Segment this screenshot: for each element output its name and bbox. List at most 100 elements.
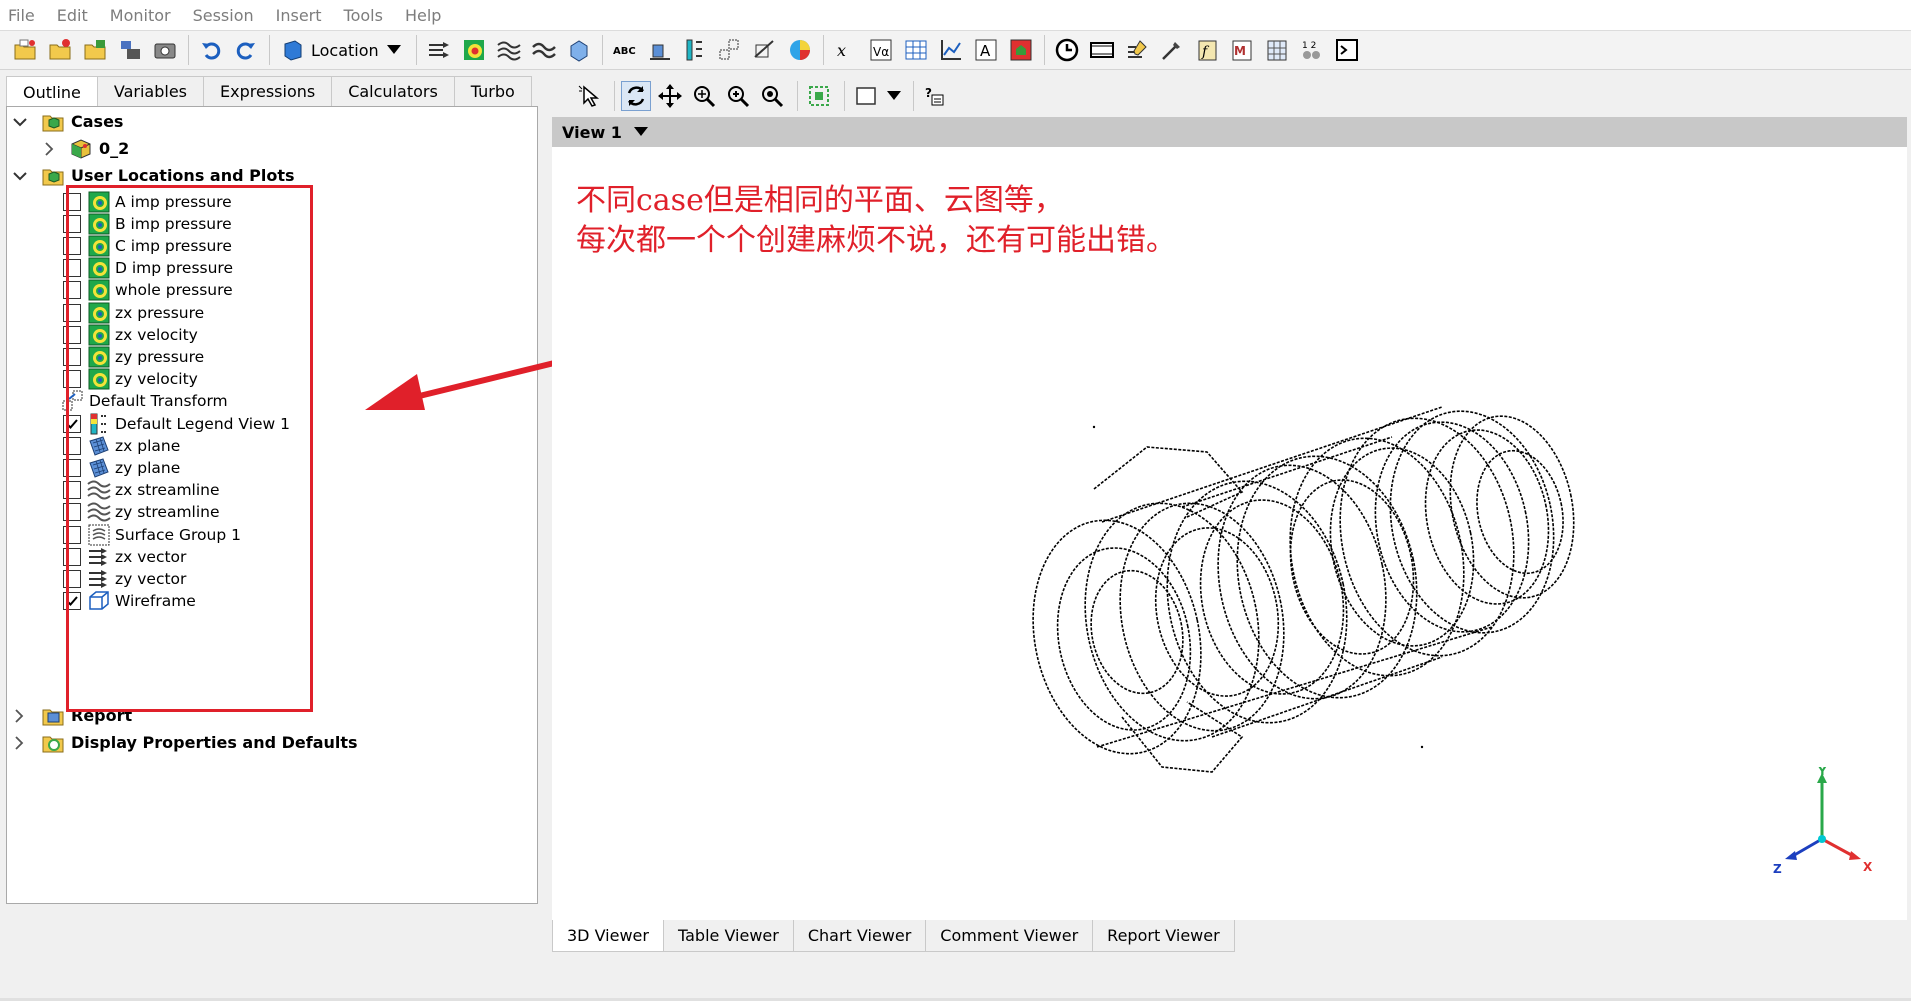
3d-viewport[interactable]: 不同case但是相同的平面、云图等， 每次都一个个创建麻烦不说，还有可能出错。 bbox=[552, 147, 1907, 920]
particle-track-button[interactable] bbox=[529, 35, 559, 65]
tree-node-display-properties[interactable]: Display Properties and Defaults bbox=[13, 729, 358, 756]
legend-tool-button[interactable] bbox=[680, 35, 710, 65]
tree-node-case-0-2[interactable]: 0_2 bbox=[43, 135, 129, 162]
timestep-button[interactable] bbox=[1052, 35, 1082, 65]
tab-outline[interactable]: Outline bbox=[6, 76, 98, 108]
visibility-checkbox[interactable] bbox=[63, 347, 81, 366]
chevron-right-icon[interactable] bbox=[43, 141, 55, 156]
visibility-checkbox[interactable] bbox=[63, 458, 81, 477]
clip-plane-button[interactable] bbox=[750, 35, 780, 65]
variable-button[interactable]: x bbox=[831, 35, 861, 65]
probe-button[interactable] bbox=[1157, 35, 1187, 65]
tab-calculators[interactable]: Calculators bbox=[331, 76, 455, 106]
view-selector[interactable]: View 1 bbox=[552, 117, 1907, 147]
visibility-checkbox[interactable] bbox=[63, 503, 81, 522]
viewport-layout-button[interactable] bbox=[851, 81, 881, 111]
visibility-checkbox[interactable] bbox=[63, 436, 81, 455]
particle-track-icon bbox=[531, 42, 556, 59]
axis-y-label: Y bbox=[1817, 767, 1827, 778]
tab-table-viewer[interactable]: Table Viewer bbox=[662, 920, 794, 952]
volume-rendering-button[interactable] bbox=[564, 35, 594, 65]
menu-file[interactable]: File bbox=[8, 6, 35, 25]
table-button[interactable] bbox=[901, 35, 931, 65]
instance-transform-button[interactable] bbox=[715, 35, 745, 65]
menu-edit[interactable]: Edit bbox=[57, 6, 88, 25]
tab-expressions[interactable]: Expressions bbox=[203, 76, 333, 106]
tree-item-wireframe[interactable]: Wireframe bbox=[63, 588, 196, 615]
redo-button[interactable] bbox=[231, 35, 261, 65]
color-map-button[interactable] bbox=[785, 35, 815, 65]
menu-session[interactable]: Session bbox=[193, 6, 254, 25]
rotate-tool-button[interactable] bbox=[621, 81, 651, 111]
chart-button[interactable] bbox=[936, 35, 966, 65]
visibility-checkbox[interactable] bbox=[63, 592, 81, 611]
select-tool-button[interactable] bbox=[574, 81, 604, 111]
animation-button[interactable] bbox=[1087, 35, 1117, 65]
menu-tools[interactable]: Tools bbox=[344, 6, 383, 25]
menu-help[interactable]: Help bbox=[405, 6, 441, 25]
fit-view-button[interactable] bbox=[757, 81, 787, 111]
tree-node-cases[interactable]: Cases bbox=[13, 108, 123, 135]
case-comparison-button[interactable]: 1 2 bbox=[1297, 35, 1327, 65]
function-icon: f bbox=[1198, 40, 1217, 61]
wireframe-icon bbox=[87, 589, 111, 613]
toggle-highlight-button[interactable] bbox=[804, 81, 834, 111]
tab-chart-viewer[interactable]: Chart Viewer bbox=[792, 920, 927, 952]
visibility-checkbox[interactable] bbox=[63, 192, 81, 211]
macro-calculator-button[interactable]: M bbox=[1227, 35, 1257, 65]
visibility-checkbox[interactable] bbox=[63, 481, 81, 500]
visibility-checkbox[interactable] bbox=[63, 303, 81, 322]
chevron-right-icon[interactable] bbox=[13, 735, 25, 750]
visibility-checkbox[interactable] bbox=[63, 569, 81, 588]
menu-insert[interactable]: Insert bbox=[276, 6, 322, 25]
viewport-layout-dropdown[interactable] bbox=[885, 81, 903, 111]
load-results-button[interactable] bbox=[45, 35, 75, 65]
streamline-tool-button[interactable] bbox=[494, 35, 524, 65]
load-state-button[interactable] bbox=[10, 35, 40, 65]
chevron-down-icon[interactable] bbox=[13, 115, 27, 129]
print-button[interactable] bbox=[115, 35, 145, 65]
visibility-checkbox[interactable] bbox=[63, 525, 81, 544]
tab-report-viewer[interactable]: Report Viewer bbox=[1092, 920, 1235, 952]
contour-tool-button[interactable] bbox=[459, 35, 489, 65]
zoom-tool-button[interactable] bbox=[689, 81, 719, 111]
zoom-box-button[interactable] bbox=[723, 81, 753, 111]
visibility-checkbox[interactable] bbox=[63, 414, 81, 433]
function-calculator-button[interactable]: f bbox=[1192, 35, 1222, 65]
pan-tool-button[interactable] bbox=[655, 81, 685, 111]
tab-3d-viewer[interactable]: 3D Viewer bbox=[552, 920, 664, 952]
tab-comment-viewer[interactable]: Comment Viewer bbox=[925, 920, 1094, 952]
chevron-down-icon[interactable] bbox=[13, 169, 27, 183]
comment-button[interactable]: A bbox=[971, 35, 1001, 65]
vector-tool-button[interactable] bbox=[424, 35, 454, 65]
expression-button[interactable]: Vα bbox=[866, 35, 896, 65]
visibility-checkbox[interactable] bbox=[63, 214, 81, 233]
figure-button[interactable] bbox=[1006, 35, 1036, 65]
annotation-line-2: 每次都一个个创建麻烦不说，还有可能出错。 bbox=[576, 223, 1176, 258]
help-icon: ? bbox=[925, 86, 944, 106]
visibility-checkbox[interactable] bbox=[63, 370, 81, 389]
tree-node-report[interactable]: Report bbox=[13, 702, 132, 729]
coord-frame-button[interactable] bbox=[645, 35, 675, 65]
tree-node-user-locations[interactable]: User Locations and Plots bbox=[13, 162, 295, 189]
chevron-right-icon[interactable] bbox=[13, 708, 25, 723]
screenshot-button[interactable] bbox=[150, 35, 180, 65]
tree-item-label: D imp pressure bbox=[115, 259, 233, 278]
quick-editor-button[interactable] bbox=[1122, 35, 1152, 65]
visibility-checkbox[interactable] bbox=[63, 259, 81, 278]
text-tool-button[interactable]: ABC bbox=[610, 35, 640, 65]
visibility-checkbox[interactable] bbox=[63, 547, 81, 566]
location-dropdown[interactable]: Location bbox=[277, 35, 405, 65]
tab-variables[interactable]: Variables bbox=[96, 76, 205, 106]
menu-monitor[interactable]: Monitor bbox=[110, 6, 171, 25]
command-editor-button[interactable] bbox=[1332, 35, 1362, 65]
undo-button[interactable] bbox=[196, 35, 226, 65]
visibility-checkbox[interactable] bbox=[63, 325, 81, 344]
mesh-calculator-button[interactable] bbox=[1262, 35, 1292, 65]
help-button[interactable]: ? bbox=[920, 81, 950, 111]
visibility-checkbox[interactable] bbox=[63, 236, 81, 255]
save-state-button[interactable] bbox=[80, 35, 110, 65]
visibility-checkbox[interactable] bbox=[63, 281, 81, 300]
tab-turbo[interactable]: Turbo bbox=[453, 76, 532, 106]
chevron-down-icon bbox=[386, 45, 401, 54]
